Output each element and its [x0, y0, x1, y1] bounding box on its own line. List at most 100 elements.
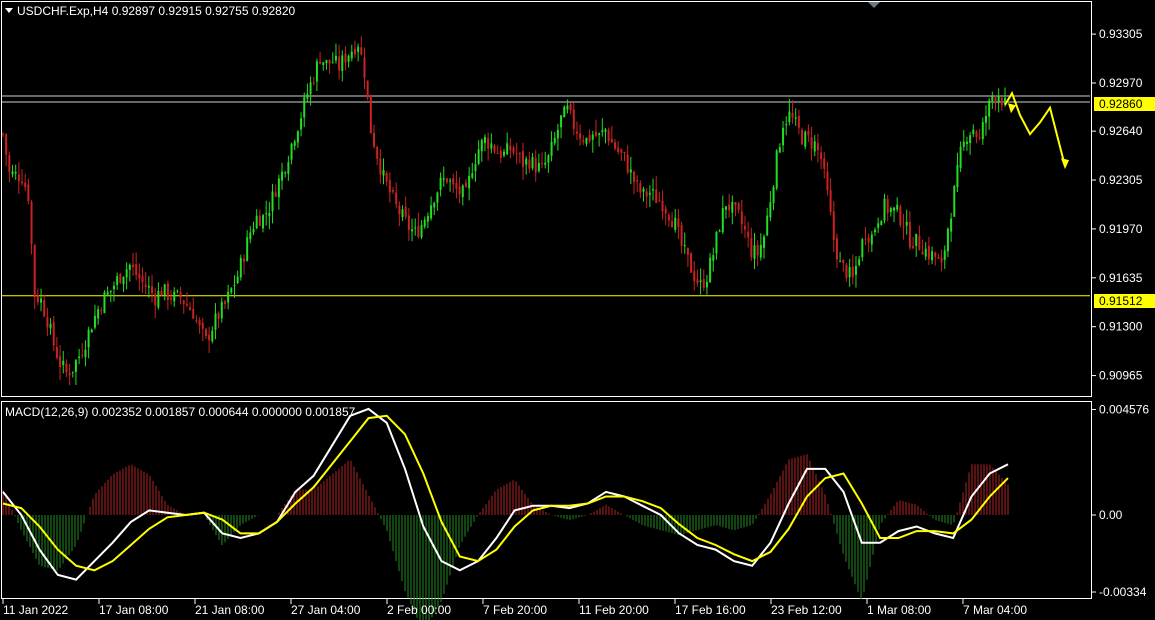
candle-body — [658, 200, 661, 202]
candle-body — [157, 291, 160, 308]
candle-body — [74, 360, 77, 372]
candle-body — [242, 258, 245, 262]
candle-body — [588, 135, 591, 141]
price-tick-label: 0.92305 — [1099, 173, 1143, 187]
candle-body — [677, 218, 680, 228]
candle-body — [211, 330, 214, 342]
candle-body — [728, 204, 731, 211]
candle-body — [579, 133, 582, 139]
candle-body — [816, 143, 819, 151]
candle-body — [918, 235, 921, 250]
candle-body — [223, 301, 226, 304]
candle-body — [84, 349, 87, 358]
candle-body — [832, 211, 835, 240]
candle-body — [246, 237, 249, 261]
candle-body — [379, 158, 382, 175]
trading-chart[interactable]: USDCHF.Exp,H4 0.92897 0.92915 0.92755 0.… — [0, 0, 1155, 620]
price-tick-label: 0.90965 — [1099, 369, 1143, 383]
candle-body — [182, 300, 185, 305]
candle-body — [582, 140, 585, 142]
candle-body — [858, 259, 861, 266]
candle-body — [11, 171, 14, 175]
time-tick-label: 7 Mar 04:00 — [963, 603, 1027, 617]
candle-body — [128, 264, 131, 270]
candle-body — [255, 215, 258, 229]
candle-body — [731, 201, 734, 213]
candle-body — [277, 178, 280, 198]
candle-body — [556, 129, 559, 139]
candle-body — [915, 233, 918, 246]
candle-body — [826, 171, 829, 191]
candle-body — [737, 203, 740, 211]
candle — [801, 127, 804, 146]
candle-body — [147, 286, 150, 288]
candle-body — [328, 59, 331, 64]
candle-body — [531, 156, 534, 169]
candle-body — [122, 276, 125, 285]
candle-body — [553, 137, 556, 144]
candle-body — [173, 291, 176, 302]
candle-body — [93, 315, 96, 328]
candle-body — [458, 186, 461, 195]
candle — [690, 252, 693, 273]
candle-body — [991, 96, 994, 101]
candle — [103, 290, 106, 314]
candle-body — [699, 280, 702, 282]
candle-body — [912, 245, 915, 249]
candle-body — [214, 313, 217, 330]
candle-body — [854, 265, 857, 275]
candle-body — [642, 188, 645, 192]
candle-body — [804, 131, 807, 147]
candle-body — [474, 164, 477, 172]
candle-body — [965, 141, 968, 145]
candle-body — [522, 151, 525, 168]
candle-body — [5, 134, 8, 155]
candle-body — [284, 172, 287, 174]
candle-body — [407, 215, 410, 231]
candle-body — [189, 307, 192, 311]
candle-body — [274, 192, 277, 197]
candle-body — [503, 151, 505, 156]
candle-body — [782, 127, 785, 146]
candle-body — [550, 141, 553, 156]
candle-body — [119, 273, 122, 284]
candle-body — [908, 221, 911, 248]
candle-body — [893, 207, 896, 211]
candle-body — [2, 133, 4, 135]
candle — [880, 220, 883, 226]
candle-body — [927, 246, 930, 260]
candle-body — [978, 136, 981, 138]
candle-body — [842, 259, 845, 264]
candle-body — [249, 232, 252, 240]
candle-body — [468, 175, 471, 189]
candle — [804, 130, 807, 150]
candle-body — [525, 158, 528, 165]
candle-body — [747, 231, 750, 238]
candle-body — [512, 147, 515, 153]
candle-body — [312, 82, 315, 84]
candle-body — [483, 136, 486, 144]
candle-body — [563, 106, 566, 118]
candle — [953, 184, 956, 217]
candle-body — [775, 150, 778, 189]
candle — [239, 254, 242, 281]
candle-body — [71, 371, 74, 373]
candle-body — [265, 213, 268, 215]
candle-body — [636, 180, 639, 182]
candle-body — [601, 130, 604, 132]
candle-body — [686, 247, 689, 255]
candle-body — [667, 214, 670, 221]
candle-body — [560, 115, 563, 128]
candle-body — [477, 149, 480, 164]
candle-body — [591, 134, 594, 140]
candle-body — [661, 200, 664, 212]
candle-body — [696, 279, 699, 284]
chart-background — [0, 0, 1155, 620]
candle-body — [372, 132, 375, 147]
time-tick-label: 11 Jan 2022 — [3, 603, 68, 617]
candle-body — [693, 271, 696, 282]
candle-body — [334, 55, 337, 61]
candle-body — [743, 225, 746, 230]
candle-body — [163, 284, 166, 296]
candle-body — [179, 292, 182, 298]
